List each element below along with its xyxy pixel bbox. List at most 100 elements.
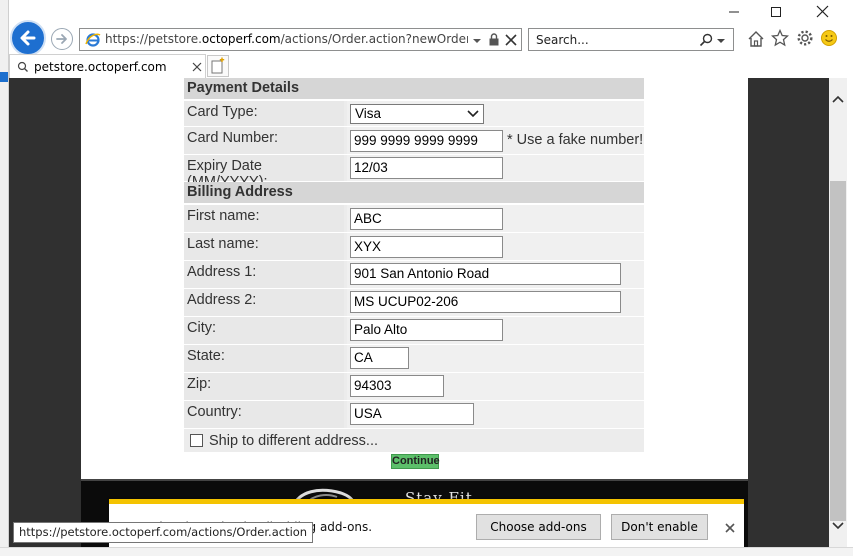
minimize-button[interactable] bbox=[722, 4, 746, 24]
ship-row: Ship to different address... bbox=[184, 429, 644, 452]
address2-input[interactable]: MS UCUP02-206 bbox=[350, 291, 621, 313]
search-icon[interactable] bbox=[699, 33, 713, 47]
new-tab-button[interactable] bbox=[207, 55, 229, 77]
address1-input[interactable]: 901 San Antonio Road bbox=[350, 263, 621, 285]
card-type-cell: Visa bbox=[347, 101, 644, 126]
search-input[interactable] bbox=[529, 29, 689, 50]
expiry-label: Expiry Date (MM/YYYY): bbox=[184, 155, 344, 190]
dropdown-chevron-icon[interactable] bbox=[472, 36, 482, 46]
state-row: State: CA bbox=[184, 345, 644, 372]
browser-window: https://petstore.octoperf.com/actions/Or… bbox=[0, 0, 853, 556]
back-arrow-icon bbox=[20, 30, 36, 46]
country-input[interactable]: USA bbox=[350, 403, 474, 425]
forward-arrow-icon bbox=[56, 34, 67, 44]
expiry-input[interactable]: 12/03 bbox=[350, 157, 503, 179]
card-number-hint: * Use a fake number! bbox=[507, 132, 644, 148]
gear-icon[interactable] bbox=[796, 29, 814, 47]
new-tab-icon bbox=[211, 57, 225, 74]
card-type-select[interactable]: Visa bbox=[350, 104, 484, 124]
address1-label: Address 1: bbox=[184, 261, 344, 288]
city-input[interactable]: Palo Alto bbox=[350, 319, 503, 341]
last-name-row: Last name: XYX bbox=[184, 233, 644, 260]
close-icon bbox=[816, 5, 828, 18]
country-cell: USA bbox=[347, 401, 644, 428]
maximize-icon bbox=[771, 7, 781, 17]
choose-addons-button[interactable]: Choose add-ons bbox=[476, 514, 601, 540]
search-dropdown-chevron-icon[interactable] bbox=[717, 37, 725, 45]
smiley-icon[interactable] bbox=[820, 29, 838, 47]
ie-logo-icon bbox=[85, 33, 101, 47]
ship-label[interactable]: Ship to different address... bbox=[209, 433, 378, 449]
minimize-icon bbox=[729, 11, 739, 13]
scroll-thumb[interactable] bbox=[830, 181, 846, 521]
page-viewport: Payment Details Card Type: Visa Card Num… bbox=[9, 78, 829, 547]
card-number-row: Card Number: 999 9999 9999 9999 * Use a … bbox=[184, 127, 644, 154]
back-button[interactable] bbox=[10, 20, 46, 56]
background-selection bbox=[0, 72, 8, 82]
search-box[interactable] bbox=[528, 28, 734, 51]
card-type-label: Card Type: bbox=[184, 101, 344, 126]
city-label: City: bbox=[184, 317, 344, 344]
address2-row: Address 2: MS UCUP02-206 bbox=[184, 289, 644, 316]
zip-row: Zip: 94303 bbox=[184, 373, 644, 400]
address1-row: Address 1: 901 San Antonio Road bbox=[184, 261, 644, 288]
scroll-up-icon[interactable] bbox=[831, 94, 845, 104]
scroll-down-icon[interactable] bbox=[831, 521, 845, 531]
card-number-label: Card Number: bbox=[184, 127, 344, 154]
url-prefix: https://petstore. bbox=[105, 32, 202, 46]
state-label: State: bbox=[184, 345, 344, 372]
search-tab-icon bbox=[17, 61, 28, 72]
tab-title: petstore.octoperf.com bbox=[34, 60, 167, 74]
card-number-input[interactable]: 999 9999 9999 9999 bbox=[350, 130, 503, 152]
address2-label: Address 2: bbox=[184, 289, 344, 316]
city-row: City: Palo Alto bbox=[184, 317, 644, 344]
first-name-row: First name: ABC bbox=[184, 205, 644, 232]
expiry-cell: 12/03 bbox=[347, 155, 644, 181]
card-number-cell: 999 9999 9999 9999 * Use a fake number! bbox=[347, 127, 644, 154]
browser-tab[interactable]: petstore.octoperf.com bbox=[9, 54, 206, 78]
first-name-label: First name: bbox=[184, 205, 344, 232]
state-cell: CA bbox=[347, 345, 644, 372]
address-bar[interactable]: https://petstore.octoperf.com/actions/Or… bbox=[79, 28, 522, 51]
vertical-scrollbar[interactable] bbox=[829, 78, 847, 547]
lock-icon[interactable] bbox=[488, 33, 500, 46]
country-row: Country: USA bbox=[184, 401, 644, 428]
card-type-row: Card Type: Visa bbox=[184, 101, 644, 126]
url-domain: octoperf.com bbox=[201, 32, 281, 46]
close-tab-icon[interactable] bbox=[192, 62, 202, 72]
address2-cell: MS UCUP02-206 bbox=[347, 289, 644, 316]
continue-button[interactable]: Continue bbox=[391, 454, 440, 469]
stop-icon[interactable] bbox=[505, 34, 517, 46]
state-input[interactable]: CA bbox=[350, 347, 409, 369]
last-name-cell: XYX bbox=[347, 233, 644, 260]
dont-enable-button[interactable]: Don't enable bbox=[611, 514, 708, 540]
first-name-cell: ABC bbox=[347, 205, 644, 232]
close-window-button[interactable] bbox=[810, 4, 834, 24]
status-url-tooltip: https://petstore.octoperf.com/actions/Or… bbox=[13, 522, 314, 543]
city-cell: Palo Alto bbox=[347, 317, 644, 344]
first-name-input[interactable]: ABC bbox=[350, 208, 503, 230]
zip-label: Zip: bbox=[184, 373, 344, 400]
address1-cell: 901 San Antonio Road bbox=[347, 261, 644, 288]
expiry-row: Expiry Date (MM/YYYY): 12/03 bbox=[184, 155, 644, 190]
last-name-label: Last name: bbox=[184, 233, 344, 260]
close-notification-icon[interactable] bbox=[724, 522, 736, 534]
star-icon[interactable] bbox=[771, 29, 789, 47]
window-bottom-edge bbox=[0, 547, 853, 556]
card-type-value: Visa bbox=[355, 106, 382, 121]
billing-address-header: Billing Address bbox=[184, 182, 644, 203]
last-name-input[interactable]: XYX bbox=[350, 236, 503, 258]
background-window-edge bbox=[0, 0, 9, 556]
ship-checkbox[interactable] bbox=[190, 434, 203, 447]
forward-button[interactable] bbox=[51, 28, 73, 50]
address-url[interactable]: https://petstore.octoperf.com/actions/Or… bbox=[105, 32, 468, 46]
home-icon[interactable] bbox=[747, 30, 765, 48]
url-path: /actions/Order.action?newOrderForm= bbox=[280, 32, 468, 46]
payment-details-header: Payment Details bbox=[184, 78, 644, 99]
maximize-button[interactable] bbox=[764, 4, 788, 24]
zip-input[interactable]: 94303 bbox=[350, 375, 444, 397]
page-body: Payment Details Card Type: Visa Card Num… bbox=[81, 78, 748, 547]
country-label: Country: bbox=[184, 401, 344, 428]
chevron-down-icon bbox=[467, 110, 479, 118]
zip-cell: 94303 bbox=[347, 373, 644, 400]
